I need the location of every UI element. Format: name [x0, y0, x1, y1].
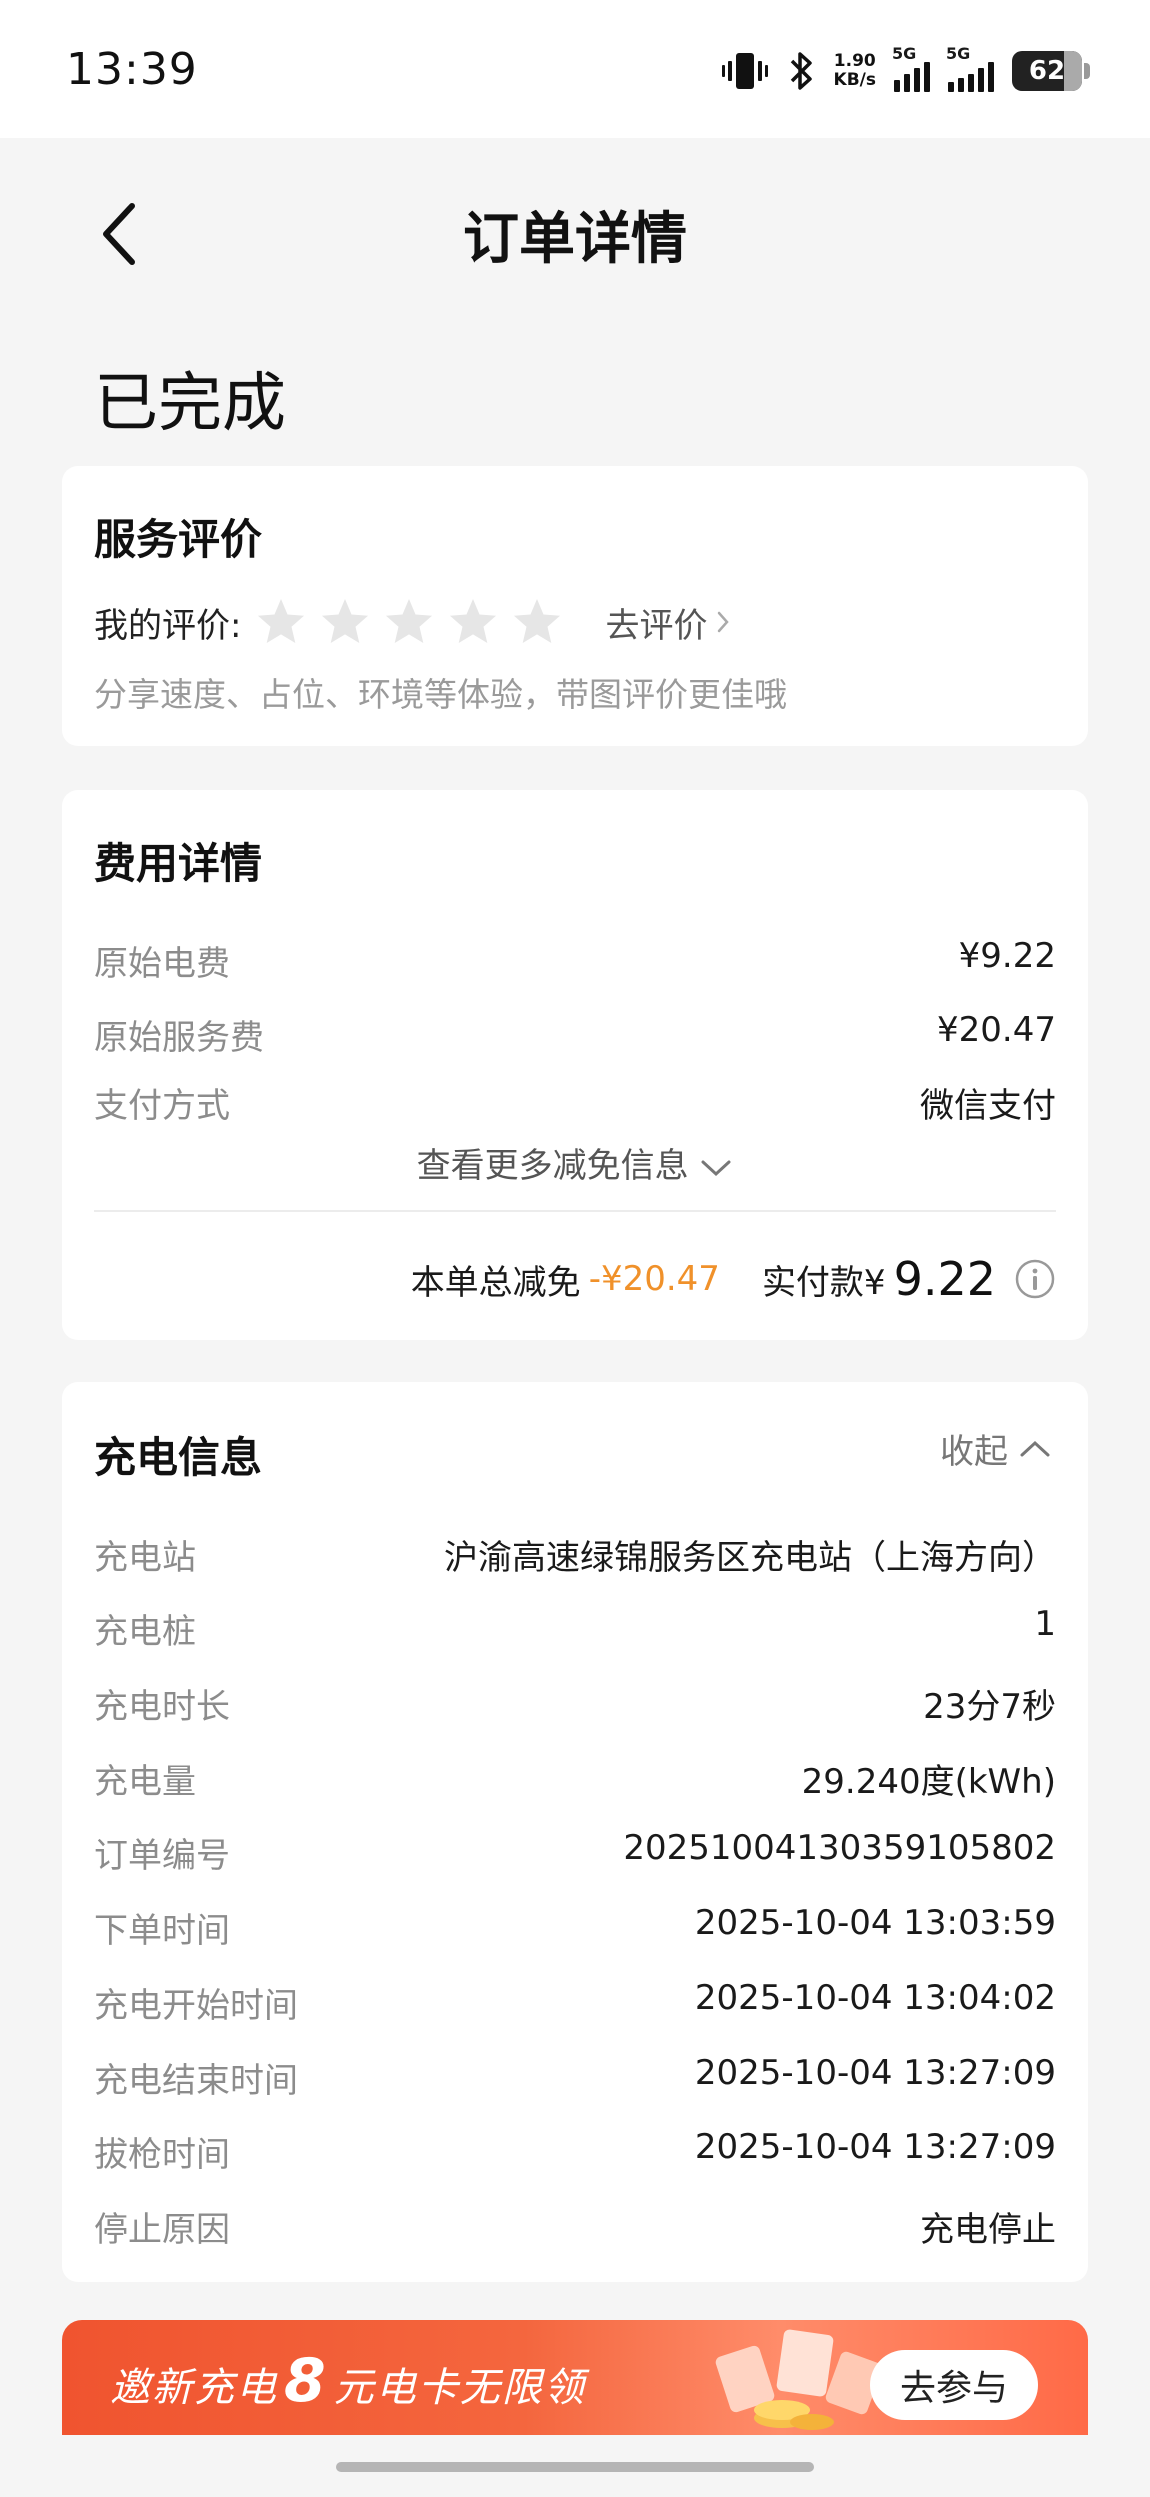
vibrate-icon [721, 53, 768, 89]
fee-title: 费用详情 [94, 839, 263, 888]
star-icon[interactable] [383, 596, 435, 648]
go-rate-link[interactable]: 去评价 [605, 598, 731, 647]
info-label: 充电量 [94, 1762, 196, 1802]
info-label: 停止原因 [94, 2210, 230, 2250]
total-row: 本单总减免 -¥20.47 实付款¥ 9.22 [411, 1252, 1056, 1306]
order-status: 已完成 [94, 367, 286, 441]
fee-value: 微信支付 [920, 1086, 1056, 1126]
info-value: 2025-10-04 13:27:09 [694, 2127, 1056, 2167]
more-discount-info-button[interactable]: 查看更多减免信息 [62, 1138, 1088, 1187]
fee-label: 原始电费 [94, 944, 230, 984]
fee-row: 原始电费 ¥9.22 [94, 936, 1056, 985]
info-row: 订单编号 20251004130359105802 [94, 1828, 1056, 1877]
total-discount-label: 本单总减免 [410, 1262, 581, 1303]
info-value: 23分7秒 [923, 1687, 1056, 1727]
info-label: 充电开始时间 [94, 1986, 298, 2026]
info-value: 充电停止 [920, 2210, 1056, 2250]
paid-label: 实付款¥ [761, 1262, 886, 1303]
signal-icon-2: 5G [946, 44, 994, 92]
my-rating-label: 我的评价: [94, 605, 242, 646]
star-icon[interactable] [447, 596, 499, 648]
banner-text: 邀新充电 8 元电卡无限领 [110, 2346, 586, 2416]
info-value: 1 [1034, 1604, 1056, 1644]
info-row: 充电开始时间 2025-10-04 13:04:02 [94, 1978, 1056, 2027]
info-row: 充电站 沪渝高速绿锦服务区充电站（上海方向） [94, 1530, 1056, 1579]
info-icon[interactable] [1014, 1258, 1056, 1300]
fee-value: ¥20.47 [937, 1010, 1056, 1050]
chevron-down-icon [701, 1160, 731, 1176]
paid-amount: 9.22 [893, 1252, 996, 1306]
rating-hint: 分享速度、占位、环境等体验，带图评价更佳哦 [94, 675, 787, 714]
rating-title: 服务评价 [94, 515, 263, 564]
info-label: 充电结束时间 [94, 2061, 298, 2101]
bluetooth-icon [790, 52, 812, 90]
info-value: 20251004130359105802 [623, 1828, 1056, 1868]
info-label: 充电站 [94, 1538, 196, 1578]
fee-value: ¥9.22 [958, 936, 1056, 976]
info-label: 充电桩 [94, 1612, 196, 1652]
chevron-up-icon [1020, 1440, 1050, 1456]
star-rating[interactable] [255, 596, 563, 648]
info-value: 2025-10-04 13:27:09 [694, 2053, 1056, 2093]
charging-title: 充电信息 [94, 1433, 263, 1482]
signal-icon: 5G [892, 44, 930, 92]
star-icon[interactable] [255, 596, 307, 648]
fee-label: 支付方式 [94, 1086, 230, 1126]
divider [94, 1210, 1056, 1212]
status-icons: 1.90 KB/s 5G 5G 62 [721, 44, 1090, 96]
fee-row: 支付方式 微信支付 [94, 1078, 1056, 1127]
info-value: 2025-10-04 13:03:59 [694, 1903, 1056, 1943]
total-discount-value: -¥20.47 [588, 1259, 720, 1299]
info-label: 充电时长 [94, 1687, 230, 1727]
info-row: 下单时间 2025-10-04 13:03:59 [94, 1903, 1056, 1952]
info-label: 订单编号 [94, 1836, 230, 1876]
home-indicator[interactable] [336, 2462, 814, 2472]
header: 订单详情 [0, 138, 1150, 318]
info-row: 停止原因 充电停止 [94, 2202, 1056, 2251]
info-value: 沪渝高速绿锦服务区充电站（上海方向） [444, 1538, 1056, 1578]
fee-card: 费用详情 原始电费 ¥9.22 原始服务费 ¥20.47 支付方式 微信支付 查… [62, 790, 1088, 1340]
rating-card: 服务评价 我的评价: 去评价 分享速度、占位、环境等体验，带图评价更佳哦 [62, 466, 1088, 746]
info-value: 2025-10-04 13:04:02 [694, 1978, 1056, 2018]
info-label: 拔枪时间 [94, 2135, 230, 2175]
info-row: 拔枪时间 2025-10-04 13:27:09 [94, 2127, 1056, 2176]
star-icon[interactable] [319, 596, 371, 648]
net-speed: 1.90 KB/s [833, 51, 876, 90]
info-row: 充电桩 1 [94, 1604, 1056, 1653]
rating-row: 我的评价: 去评价 [94, 596, 731, 648]
battery-icon: 62 [1012, 51, 1090, 91]
promo-banner[interactable]: 邀新充电 8 元电卡无限领 去参与 [62, 2320, 1088, 2435]
info-row: 充电量 29.240度(kWh) [94, 1754, 1056, 1803]
info-row: 充电结束时间 2025-10-04 13:27:09 [94, 2053, 1056, 2102]
info-label: 下单时间 [94, 1911, 230, 1951]
info-value: 29.240度(kWh) [801, 1762, 1056, 1802]
info-row: 充电时长 23分7秒 [94, 1679, 1056, 1728]
status-time: 13:39 [66, 44, 198, 95]
status-bar: 13:39 1.90 KB/s 5G 5G 62 [0, 0, 1150, 138]
chevron-right-icon [718, 611, 730, 633]
fee-row: 原始服务费 ¥20.47 [94, 1010, 1056, 1059]
join-button[interactable]: 去参与 [870, 2350, 1038, 2420]
collapse-button[interactable]: 收起 [940, 1424, 1052, 1473]
page-title: 订单详情 [463, 207, 687, 272]
star-icon[interactable] [511, 596, 563, 648]
fee-label: 原始服务费 [94, 1018, 264, 1058]
charging-info-card: 充电信息 收起 充电站 沪渝高速绿锦服务区充电站（上海方向） 充电桩 1 充电时… [62, 1382, 1088, 2282]
